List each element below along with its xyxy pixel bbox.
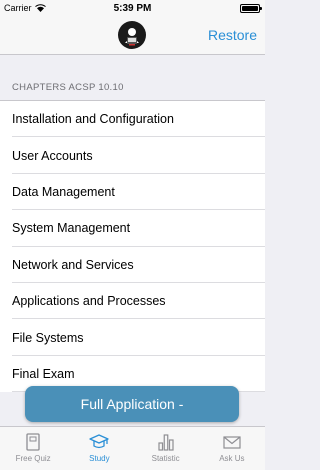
chapter-row[interactable]: Network and Services [0,247,265,284]
chapter-label: Data Management [12,184,115,199]
tab-label: Statistic [151,454,180,463]
full-application-button[interactable]: Full Application - [25,386,239,422]
graduation-cap-icon [89,434,110,449]
tab-statistic[interactable]: Statistic [133,427,199,470]
chapter-label: User Accounts [12,148,93,163]
tab-free-quiz[interactable]: Free Quiz [0,427,66,470]
status-time: 5:39 PM [113,3,152,14]
battery-icon [240,4,262,13]
restore-button[interactable]: Restore [208,27,257,43]
chapter-label: Network and Services [12,257,134,272]
chapter-label: Final Exam [12,366,75,381]
bar-chart-icon [158,434,174,451]
chapter-label: Applications and Processes [12,294,166,309]
chapter-row[interactable]: System Management [0,210,265,247]
envelope-icon [223,436,241,449]
app-logo [118,21,146,49]
tab-label: Ask Us [219,454,245,463]
chapter-label: System Management [12,221,131,236]
chapter-label: Installation and Configuration [12,112,174,127]
chapter-row[interactable]: Applications and Processes [0,283,265,320]
chapter-row[interactable]: Data Management [0,174,265,211]
status-bar: Carrier 5:39 PM [0,0,265,18]
book-icon [26,433,40,451]
chapter-row[interactable]: File Systems [0,319,265,357]
tab-bar: Free Quiz Study Statistic Ask Us [0,426,265,470]
app-logo-icon [119,22,145,48]
chapter-list: Installation and Configuration User Acco… [0,100,265,393]
nav-bar: Restore [0,18,265,55]
chapter-label: File Systems [12,330,84,345]
chapter-row[interactable]: Installation and Configuration [0,101,265,138]
tab-label: Free Quiz [15,454,51,463]
tab-study[interactable]: Study [66,427,132,470]
tab-label: Study [89,454,110,463]
chapter-row[interactable]: User Accounts [0,137,265,175]
section-header: CHAPTERS ACSP 10.10 [12,82,124,93]
tab-ask-us[interactable]: Ask Us [199,427,265,470]
